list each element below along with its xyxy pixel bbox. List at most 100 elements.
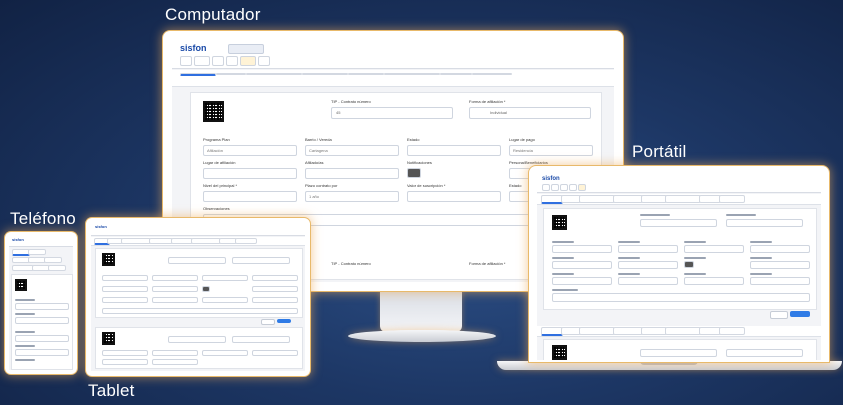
tablet-field-2[interactable] — [232, 257, 290, 264]
tablet-field-r3-1[interactable] — [102, 286, 148, 292]
tab-3[interactable] — [246, 73, 302, 75]
laptop-field-2[interactable] — [726, 219, 803, 227]
laptop-field-r4-3[interactable] — [684, 277, 744, 285]
laptop-cancel-button[interactable] — [770, 311, 788, 319]
laptop-field-r3-1[interactable] — [552, 261, 612, 269]
tablet-tab-8[interactable] — [235, 238, 257, 244]
tab-6[interactable] — [384, 73, 440, 75]
app-brand[interactable]: sisfon — [180, 43, 207, 53]
toolbar-btn-3[interactable] — [212, 56, 224, 66]
laptop-tb-1[interactable] — [542, 184, 550, 191]
valor-field[interactable] — [407, 191, 501, 202]
laptop-field-b2[interactable] — [726, 349, 803, 357]
tablet-field-b8[interactable] — [152, 359, 198, 365]
laptop-tab2-1[interactable] — [541, 327, 563, 336]
tablet-cancel-button[interactable] — [261, 319, 275, 325]
nivel-field[interactable] — [203, 191, 297, 202]
laptop-field-r4-2[interactable] — [618, 277, 678, 285]
laptop-tab-5[interactable] — [641, 195, 667, 203]
laptop-field-r4-4[interactable] — [750, 277, 810, 285]
tablet-field-r3-4[interactable] — [252, 286, 298, 292]
forma-field[interactable]: Individual — [469, 107, 591, 119]
tablet-tab-3[interactable] — [121, 238, 151, 244]
laptop-tab2-3[interactable] — [579, 327, 615, 335]
phone-tab-8[interactable] — [48, 265, 66, 271]
tablet-field-r3-2[interactable] — [152, 286, 198, 292]
lugar-afiliacion-field[interactable] — [203, 168, 297, 179]
laptop-tab-6[interactable] — [665, 195, 701, 203]
contrato-field[interactable]: 45 — [331, 107, 453, 119]
tablet-field-r2-1[interactable] — [102, 275, 148, 281]
tablet-field-1[interactable] — [168, 257, 226, 264]
notificaciones-field[interactable] — [407, 168, 421, 178]
laptop-tab2-2[interactable] — [561, 327, 581, 335]
tablet-field-r4-1[interactable] — [102, 297, 148, 303]
phone-tab-5[interactable] — [44, 257, 62, 263]
laptop-field-1[interactable] — [640, 219, 717, 227]
tablet-save-button[interactable] — [277, 319, 291, 323]
tablet-tab-4[interactable] — [149, 238, 173, 244]
laptop-tb-5[interactable] — [578, 184, 586, 191]
tablet-field-r2-3[interactable] — [202, 275, 248, 281]
laptop-field-r3-4[interactable] — [750, 261, 810, 269]
toolbar-btn-2[interactable] — [194, 56, 210, 66]
laptop-tab-4[interactable] — [613, 195, 643, 203]
tablet-field-b7[interactable] — [102, 359, 148, 365]
tablet-field-r4-4[interactable] — [252, 297, 298, 303]
laptop-brand[interactable]: sisfon — [542, 176, 560, 182]
laptop-tb-3[interactable] — [560, 184, 568, 191]
phone-field-4[interactable] — [15, 349, 69, 356]
toolbar-btn-1[interactable] — [180, 56, 192, 66]
tab-8[interactable] — [472, 73, 512, 75]
laptop-tab2-5[interactable] — [641, 327, 667, 335]
phone-field-2[interactable] — [15, 317, 69, 324]
tab-1[interactable] — [180, 73, 216, 76]
laptop-tab-8[interactable] — [719, 195, 745, 203]
laptop-tab-1[interactable] — [541, 195, 563, 204]
phone-tab-2[interactable] — [28, 249, 46, 255]
tablet-field-b1[interactable] — [168, 336, 226, 343]
plazo-field[interactable]: 1 año — [305, 191, 399, 202]
laptop-tb-4[interactable] — [569, 184, 577, 191]
tab-2[interactable] — [216, 73, 246, 75]
laptop-field-r2-4[interactable] — [750, 245, 810, 253]
laptop-tab-3[interactable] — [579, 195, 615, 203]
afiliados-field[interactable] — [305, 168, 399, 179]
laptop-tb-2[interactable] — [551, 184, 559, 191]
laptop-field-r2-2[interactable] — [618, 245, 678, 253]
laptop-field-r2-3[interactable] — [684, 245, 744, 253]
tablet-brand[interactable]: sisfon — [95, 224, 107, 229]
laptop-field-r2-1[interactable] — [552, 245, 612, 253]
tab-4[interactable] — [302, 73, 348, 75]
laptop-tab2-4[interactable] — [613, 327, 643, 335]
toolbar-btn-5[interactable] — [240, 56, 256, 66]
laptop-tab2-7[interactable] — [699, 327, 721, 335]
tablet-field-r2-4[interactable] — [252, 275, 298, 281]
laptop-tab-2[interactable] — [561, 195, 581, 203]
tablet-field-r3-3[interactable] — [202, 286, 210, 292]
laptop-field-r3-3[interactable] — [684, 261, 694, 268]
laptop-field-r3-2[interactable] — [618, 261, 678, 269]
tablet-tab-6[interactable] — [191, 238, 221, 244]
estado-field[interactable] — [407, 145, 501, 156]
laptop-tab2-6[interactable] — [665, 327, 701, 335]
toolbar-btn-6[interactable] — [258, 56, 270, 66]
tablet-tab-5[interactable] — [171, 238, 193, 244]
tablet-field-b5[interactable] — [202, 350, 248, 356]
programa-field[interactable]: Afiliación — [203, 145, 297, 156]
tab-7[interactable] — [440, 73, 472, 75]
tablet-obs-field[interactable] — [102, 308, 298, 314]
laptop-save-button[interactable] — [790, 311, 810, 317]
phone-tab-6[interactable] — [12, 265, 34, 271]
barrio-field[interactable]: Cartagena — [305, 145, 399, 156]
laptop-field-r4-1[interactable] — [552, 277, 612, 285]
doc-tab[interactable] — [228, 44, 264, 54]
laptop-tab2-8[interactable] — [719, 327, 745, 335]
tablet-field-b3[interactable] — [102, 350, 148, 356]
tablet-field-b4[interactable] — [152, 350, 198, 356]
tablet-field-r4-3[interactable] — [202, 297, 248, 303]
phone-field-1[interactable] — [15, 303, 69, 310]
tablet-field-b6[interactable] — [252, 350, 298, 356]
toolbar-btn-4[interactable] — [226, 56, 238, 66]
phone-brand[interactable]: sisfon — [12, 237, 24, 242]
